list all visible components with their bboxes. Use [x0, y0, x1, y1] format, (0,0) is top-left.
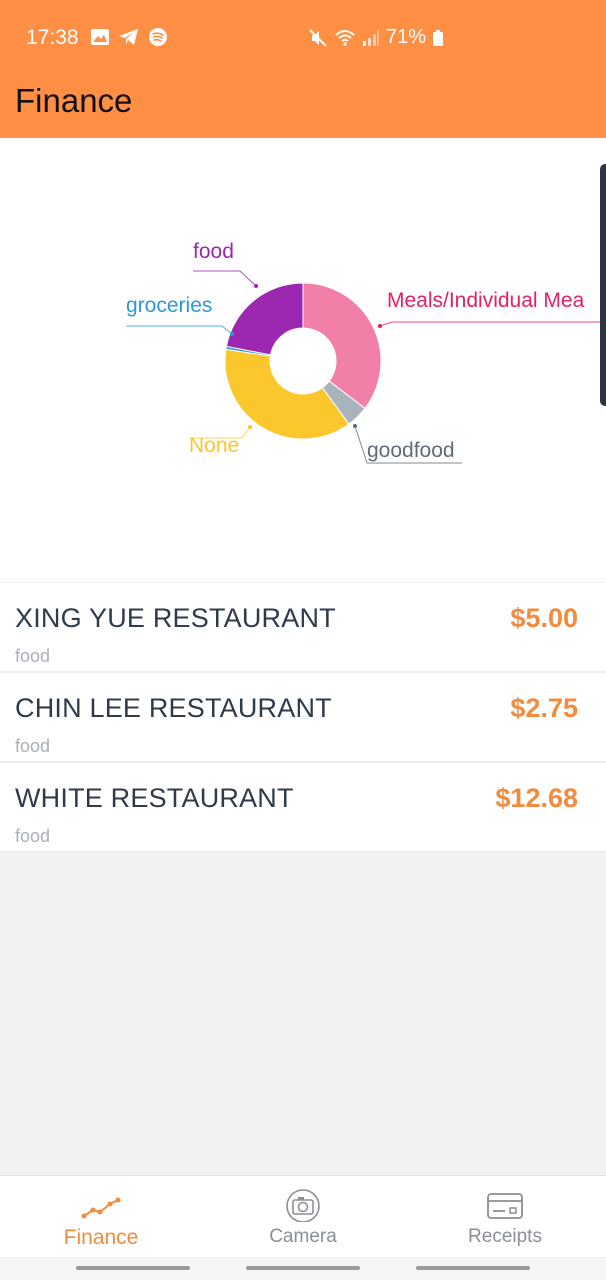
pie-label: Meals/Individual Mea	[387, 289, 585, 312]
chart-panel: Meals/Individual Mea goodfood None grocerie…	[0, 138, 606, 582]
notification-icons	[90, 27, 168, 47]
transaction-amount: $5.00	[510, 603, 578, 633]
battery-icon	[433, 29, 444, 46]
battery-percent: 71%	[386, 26, 427, 48]
system-nav-bar	[0, 1257, 606, 1280]
tab-label: Receipts	[468, 1226, 542, 1247]
side-drawer-handle[interactable]	[600, 164, 606, 406]
transaction-category: food	[15, 646, 51, 666]
tab-receipts[interactable]: Receipts	[404, 1176, 606, 1256]
pie-label-dot	[353, 424, 357, 428]
transaction-row[interactable]: XING YUE RESTAURANT food $5.00	[0, 583, 606, 673]
pie-label: goodfood	[367, 439, 455, 462]
merchant-name: XING YUE RESTAURANT	[15, 603, 336, 633]
pie-label-dot	[248, 425, 252, 429]
receipt-card-icon	[487, 1193, 523, 1219]
status-bar: 17:38 71%	[0, 0, 606, 76]
system-icons: 71%	[308, 26, 444, 49]
tab-camera[interactable]: Camera	[202, 1176, 404, 1256]
status-time: 17:38	[26, 26, 79, 49]
wifi-icon	[335, 29, 355, 46]
pie-label: food	[193, 240, 234, 263]
nav-back-bar[interactable]	[416, 1266, 530, 1270]
pie-label-leader	[126, 325, 233, 335]
page-title: Finance	[15, 82, 133, 119]
transaction-category: food	[15, 736, 51, 756]
pie-slice-meals-individual-mea[interactable]	[302, 282, 382, 410]
tab-label: Finance	[63, 1226, 139, 1249]
pie-chart: Meals/Individual Mea goodfood None grocerie…	[126, 240, 606, 464]
transaction-amount: $2.75	[510, 693, 578, 723]
trend-line-icon	[81, 1197, 121, 1219]
pie-label: None	[189, 434, 239, 457]
telegram-icon	[119, 29, 138, 45]
signal-icon	[363, 29, 379, 46]
pie-label-dot	[230, 332, 234, 336]
pie-label: groceries	[126, 294, 212, 317]
nav-recents-bar[interactable]	[76, 1266, 190, 1270]
mute-icon	[309, 28, 327, 47]
pie-label-dot	[254, 284, 258, 288]
pie-slice-food[interactable]	[225, 282, 304, 356]
camera-icon	[286, 1189, 320, 1222]
transaction-list: XING YUE RESTAURANT food $5.00 CHIN LEE …	[0, 583, 606, 853]
image-icon	[91, 29, 109, 45]
pie-label-dot	[378, 324, 382, 328]
transaction-amount: $12.68	[495, 783, 578, 813]
nav-home-bar[interactable]	[246, 1266, 360, 1270]
spotify-icon	[149, 28, 167, 46]
transaction-row[interactable]: WHITE RESTAURANT food $12.68	[0, 763, 606, 853]
pie-label-leader	[193, 270, 257, 287]
transaction-row[interactable]: CHIN LEE RESTAURANT food $2.75	[0, 673, 606, 763]
pie-label-leader	[379, 321, 606, 327]
app-header: Finance	[0, 76, 606, 138]
tab-finance[interactable]: Finance	[0, 1176, 202, 1256]
transaction-category: food	[15, 826, 51, 846]
merchant-name: CHIN LEE RESTAURANT	[15, 693, 332, 723]
merchant-name: WHITE RESTAURANT	[15, 783, 294, 813]
tab-label: Camera	[269, 1226, 337, 1247]
